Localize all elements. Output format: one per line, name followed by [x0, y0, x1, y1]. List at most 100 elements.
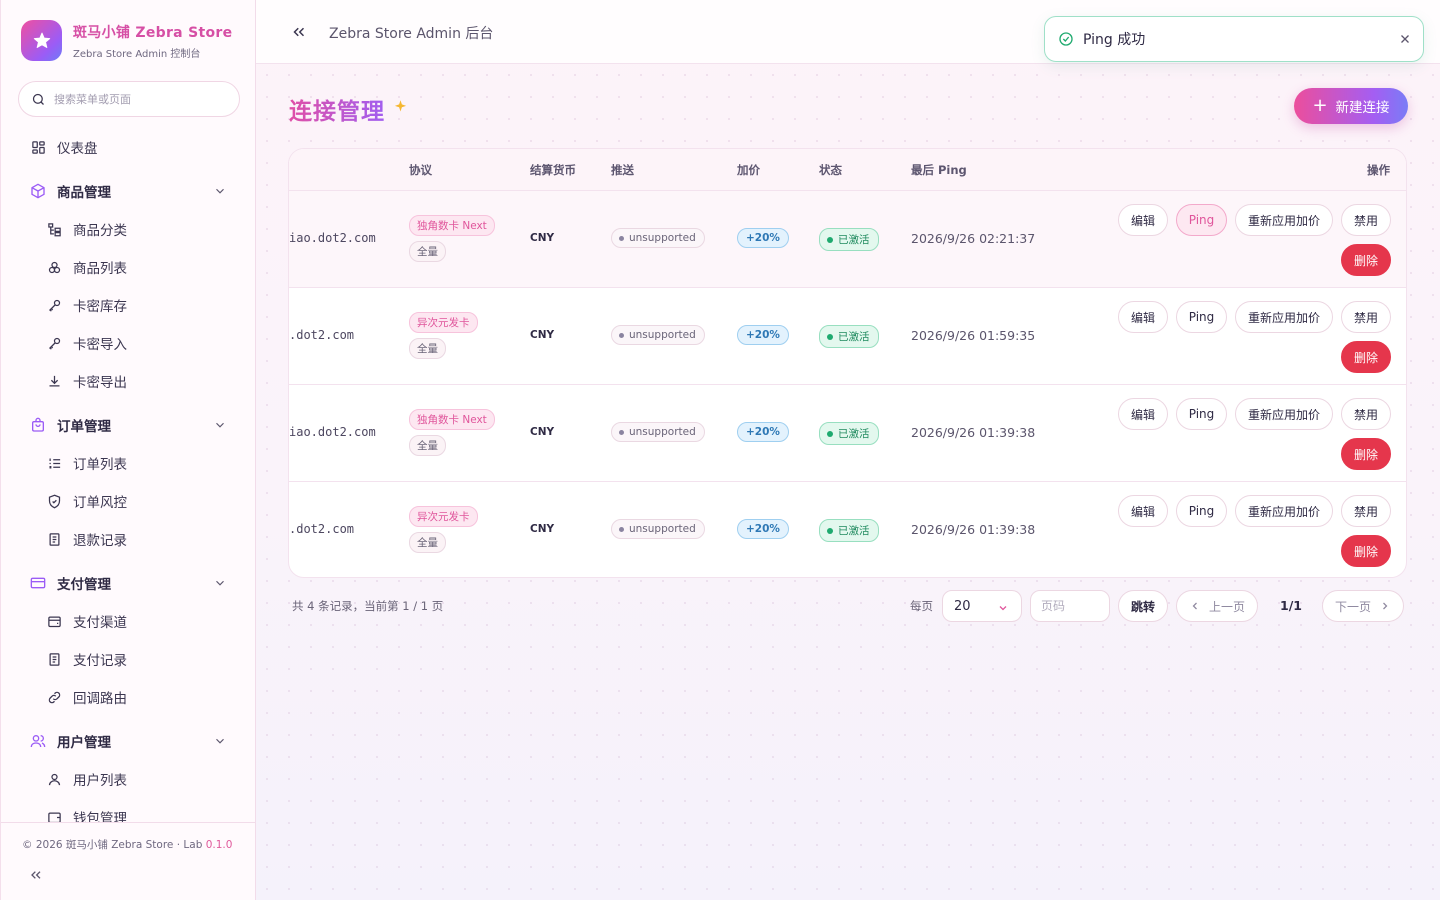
close-icon[interactable]: [1398, 32, 1412, 46]
pagination-summary: 共 4 条记录，当前第 1 / 1 页: [292, 599, 444, 613]
new-connection-button[interactable]: + 新建连接: [1294, 88, 1408, 124]
column-header-push: 推送: [611, 163, 634, 177]
sidebar-item-order-risk[interactable]: 订单风控: [19, 485, 239, 517]
currency-value: CNY: [530, 329, 555, 341]
delete-button[interactable]: 删除: [1341, 244, 1391, 276]
delete-button[interactable]: 删除: [1341, 341, 1391, 373]
connection-url: iao.dot2.com: [289, 231, 376, 245]
dashboard-grid-icon: [29, 138, 47, 156]
disable-button[interactable]: 禁用: [1341, 204, 1391, 236]
status-badge: 已激活: [819, 228, 879, 251]
status-dot: [619, 526, 624, 532]
page-number-input[interactable]: [1030, 590, 1110, 622]
sidebar-item-user-list[interactable]: 用户列表: [19, 763, 239, 795]
ping-button[interactable]: Ping: [1176, 301, 1227, 333]
chevron-down-icon: [216, 188, 224, 194]
delete-button[interactable]: 删除: [1341, 535, 1391, 567]
ping-button[interactable]: Ping: [1176, 495, 1227, 527]
next-page-label: 下一页: [1334, 599, 1371, 614]
sidebar-item-card-import[interactable]: 卡密导入: [19, 327, 239, 359]
sidebar-group-payments[interactable]: 支付管理: [19, 567, 239, 599]
currency-value: CNY: [530, 232, 555, 244]
shield-check-icon: [45, 492, 63, 510]
status-label: 已激活: [838, 234, 870, 246]
disable-button[interactable]: 禁用: [1341, 398, 1391, 430]
sidebar-item-payment-channels[interactable]: 支付渠道: [19, 605, 239, 637]
menu-search-input[interactable]: [54, 92, 224, 106]
brand[interactable]: 斑马小铺 Zebra Store Zebra Store Admin 控制台: [21, 20, 233, 61]
sidebar-group-products[interactable]: 商品管理: [19, 175, 239, 207]
menu-search[interactable]: [18, 81, 240, 117]
wallet-icon: [45, 808, 63, 822]
box-icon: [29, 182, 47, 200]
protocol-tag: 独角数卡 Next: [409, 215, 495, 236]
page-indicator: 1/1: [1280, 598, 1302, 613]
sidebar-footer: © 2026 斑马小铺 Zebra Store · Lab 0.1.0: [1, 822, 256, 900]
jump-button[interactable]: 跳转: [1118, 590, 1168, 622]
collapse-sidebar-icon[interactable]: [290, 23, 308, 41]
collapse-sidebar-icon[interactable]: [27, 867, 45, 883]
sidebar-item-wallet-management[interactable]: 钱包管理: [19, 801, 239, 822]
sidebar-item-label: 商品列表: [73, 261, 127, 277]
connections-table: 协议 结算货币 推送 加价 状态 最后 Ping 操作 iao.dot2.com…: [288, 148, 1407, 578]
tree-icon: [45, 220, 63, 238]
table-header: 协议 结算货币 推送 加价 状态 最后 Ping 操作: [289, 149, 1406, 191]
disable-button[interactable]: 禁用: [1341, 301, 1391, 333]
markup-tag: +20%: [737, 422, 789, 442]
per-page-select[interactable]: 20: [942, 590, 1022, 622]
currency-value: CNY: [530, 426, 555, 438]
sidebar-item-card-export[interactable]: 卡密导出: [19, 365, 239, 397]
ping-button[interactable]: Ping: [1176, 204, 1227, 236]
sidebar-item-payment-records[interactable]: 支付记录: [19, 643, 239, 675]
sidebar-item-refund-records[interactable]: 退款记录: [19, 523, 239, 555]
delete-button[interactable]: 删除: [1341, 438, 1391, 470]
prev-page-button[interactable]: 上一页: [1176, 590, 1258, 622]
column-header-status: 状态: [819, 163, 842, 177]
edit-button[interactable]: 编辑: [1118, 495, 1168, 527]
list-ordered-icon: [45, 454, 63, 472]
chevron-down-icon: [999, 606, 1007, 611]
sidebar-item-label: 钱包管理: [73, 811, 127, 822]
push-status-label: unsupported: [629, 329, 696, 341]
currency-value: CNY: [530, 523, 555, 535]
disable-button[interactable]: 禁用: [1341, 495, 1391, 527]
status-dot: [619, 332, 624, 338]
last-ping-time: 2026/9/26 01:59:35: [911, 328, 1036, 343]
column-header-markup: 加价: [737, 163, 760, 177]
push-status-label: unsupported: [629, 523, 696, 535]
connection-url: .dot2.com: [289, 522, 355, 536]
receipt-icon: [45, 530, 63, 548]
reapply-markup-button[interactable]: 重新应用加价: [1235, 204, 1333, 236]
sidebar-item-dashboard[interactable]: 仪表盘: [19, 131, 239, 163]
scope-tag: 全量: [409, 435, 446, 456]
sidebar-item-label: 商品分类: [73, 223, 127, 239]
next-page-button[interactable]: 下一页: [1322, 590, 1404, 622]
receipt-icon: [45, 650, 63, 668]
user-icon: [45, 770, 63, 788]
ping-button[interactable]: Ping: [1176, 398, 1227, 430]
push-status-tag: unsupported: [611, 519, 705, 539]
sidebar-item-order-list[interactable]: 订单列表: [19, 447, 239, 479]
reapply-markup-button[interactable]: 重新应用加价: [1235, 495, 1333, 527]
sidebar-item-label: 卡密导出: [73, 375, 127, 391]
last-ping-time: 2026/9/26 01:39:38: [911, 522, 1036, 537]
brand-logo-icon: [21, 20, 62, 61]
sidebar-item-card-stock[interactable]: 卡密库存: [19, 289, 239, 321]
sidebar-item-callback-routes[interactable]: 回调路由: [19, 681, 239, 713]
sidebar-nav: 仪表盘 商品管理 商品分类 商品列表 卡密库存 卡密导入 卡密导出 订单管理 订…: [1, 128, 256, 822]
chevron-right-icon: [1383, 602, 1388, 610]
sidebar-group-orders[interactable]: 订单管理: [19, 409, 239, 441]
sidebar-item-label: 支付记录: [73, 653, 127, 669]
sidebar-group-users[interactable]: 用户管理: [19, 725, 239, 757]
reapply-markup-button[interactable]: 重新应用加价: [1235, 301, 1333, 333]
reapply-markup-button[interactable]: 重新应用加价: [1235, 398, 1333, 430]
column-header-last-ping: 最后 Ping: [911, 163, 967, 177]
sidebar-item-label: 卡密库存: [73, 299, 127, 315]
edit-button[interactable]: 编辑: [1118, 204, 1168, 236]
status-dot: [619, 429, 624, 435]
download-icon: [45, 372, 63, 390]
edit-button[interactable]: 编辑: [1118, 398, 1168, 430]
edit-button[interactable]: 编辑: [1118, 301, 1168, 333]
sidebar-item-product-list[interactable]: 商品列表: [19, 251, 239, 283]
sidebar-item-product-category[interactable]: 商品分类: [19, 213, 239, 245]
